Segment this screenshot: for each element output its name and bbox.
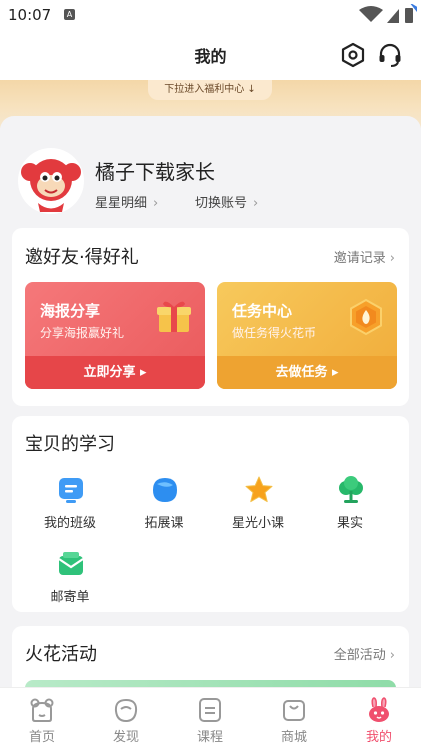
tab-course-label: 课程 [196, 730, 223, 745]
username: 橘子下载家长 [95, 160, 215, 184]
chevron-right-icon: › [389, 648, 395, 663]
task-center-subtitle: 做任务得火花币 [232, 326, 317, 340]
task-center-title: 任务中心 [232, 302, 293, 320]
shop-icon [283, 700, 305, 721]
invite-records-label: 邀请记录 [333, 251, 386, 266]
star-course-item[interactable]: 星光小课 [218, 476, 298, 536]
pull-to-welfare-hint[interactable]: 下拉进入福利中心 ↓ [148, 80, 272, 100]
tab-shop-label: 商城 [280, 730, 307, 745]
poster-share-card[interactable]: 海报分享 分享海报赢好礼 立即分享 ▸ [25, 282, 205, 389]
mail-order-label: 邮寄单 [50, 590, 90, 605]
profile-bunny-icon [369, 697, 389, 722]
my-class-label: 我的班级 [43, 516, 96, 531]
share-now-button[interactable]: 立即分享 ▸ [25, 356, 205, 389]
star-course-icon [245, 476, 273, 503]
top-bar: 我的 [0, 30, 421, 80]
extension-course-label: 拓展课 [144, 516, 184, 531]
tab-profile[interactable]: 我的 [337, 688, 421, 750]
status-time: 10:07 [8, 6, 52, 24]
tab-course[interactable]: 课程 [168, 688, 252, 750]
activities-title: 火花活动 [25, 644, 97, 665]
gift-icon [157, 301, 191, 332]
invite-card: 邀好友·得好礼 邀请记录 › 海报分享 分享海报赢好礼 立即分享 ▸ 任务中心 做… [12, 228, 409, 406]
tab-profile-label: 我的 [365, 730, 392, 745]
tab-discover-label: 发现 [112, 730, 139, 745]
my-class-item[interactable]: 我的班级 [30, 476, 110, 536]
course-icon [199, 698, 221, 722]
mail-order-icon [58, 552, 84, 575]
switch-account-link[interactable]: 切换账号 › [195, 192, 258, 211]
study-card: 宝贝的学习 我的班级 拓展课 星光小课 果实 邮寄单 [12, 416, 409, 612]
bottom-tab-bar: 首页 发现 课程 商城 我的 [0, 687, 421, 750]
chevron-right-icon: › [153, 196, 159, 211]
task-center-card[interactable]: 任务中心 做任务得火花币 去做任务 ▸ [217, 282, 397, 389]
poster-share-title: 海报分享 [40, 302, 101, 320]
extension-course-item[interactable]: 拓展课 [124, 476, 204, 536]
study-title: 宝贝的学习 [25, 434, 115, 455]
all-activities-label: 全部活动 [333, 648, 386, 663]
invite-title: 邀好友·得好礼 [25, 247, 139, 268]
spark-coin-icon [350, 298, 382, 336]
do-tasks-button[interactable]: 去做任务 ▸ [217, 356, 397, 389]
star-detail-label: 星星明细 [95, 196, 148, 211]
signal-icons [359, 4, 417, 23]
class-icon [59, 478, 83, 503]
customer-service-icon[interactable] [377, 42, 403, 68]
notification-badge-icon: A [64, 9, 75, 20]
poster-share-subtitle: 分享海报赢好礼 [40, 326, 125, 340]
invite-records-link[interactable]: 邀请记录 › [334, 247, 395, 266]
fruit-item[interactable]: 果实 [310, 476, 390, 536]
mail-order-item[interactable]: 邮寄单 [30, 550, 110, 610]
star-detail-link[interactable]: 星星明细 › [95, 192, 158, 211]
tab-home-label: 首页 [28, 730, 55, 745]
star-course-label: 星光小课 [231, 516, 284, 531]
extension-course-icon [153, 478, 177, 502]
discover-icon [114, 698, 138, 723]
chevron-right-icon: › [389, 251, 395, 266]
settings-icon[interactable] [340, 42, 366, 68]
tab-discover[interactable]: 发现 [84, 688, 168, 750]
fruit-tree-icon [339, 476, 363, 503]
status-bar: 10:07 A [0, 0, 421, 30]
chevron-right-icon: › [253, 196, 259, 211]
fruit-label: 果实 [336, 516, 363, 531]
all-activities-link[interactable]: 全部活动 › [334, 644, 395, 663]
switch-account-label: 切换账号 [195, 196, 248, 211]
profile-card: 橘子下载家长 星星明细 › 切换账号 › [0, 116, 421, 228]
home-bear-icon [30, 698, 54, 722]
tab-home[interactable]: 首页 [0, 688, 84, 750]
avatar[interactable] [18, 148, 84, 214]
tab-shop[interactable]: 商城 [252, 688, 336, 750]
